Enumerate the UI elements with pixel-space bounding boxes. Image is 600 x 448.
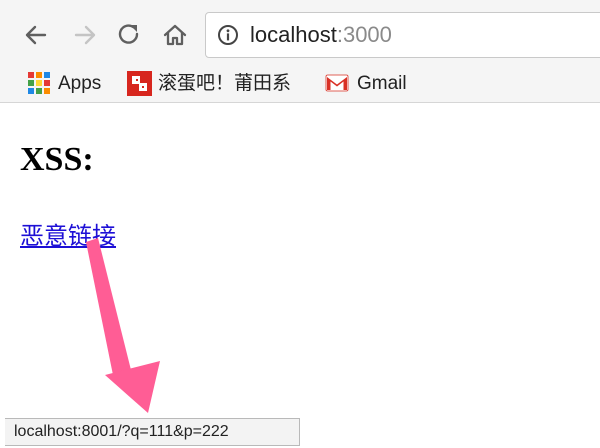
info-circle-icon[interactable] [217, 24, 239, 46]
address-url: localhost:3000 [250, 24, 392, 46]
status-bar-url: localhost:8001/?q=111&p=222 [5, 418, 300, 446]
bookmark-gmail[interactable]: Gmail [325, 68, 407, 98]
site-favicon [127, 70, 152, 96]
bookmark-apps[interactable]: Apps [28, 68, 101, 98]
gmail-icon [325, 74, 349, 92]
bookmarks-bar: Apps 滚蛋吧！莆田系 Gmail [0, 66, 600, 103]
back-button[interactable] [19, 18, 53, 52]
bookmark-label: 滚蛋吧！莆田系 [158, 72, 292, 94]
bookmark-label: Apps [58, 72, 102, 94]
home-button[interactable] [158, 18, 192, 52]
back-arrow-icon [25, 25, 47, 45]
browser-toolbar: localhost:3000 [0, 0, 600, 66]
page-heading: XSS: [20, 141, 94, 178]
url-port: :3000 [336, 22, 392, 47]
reload-icon [118, 24, 139, 44]
address-bar[interactable]: localhost:3000 [205, 12, 600, 58]
malicious-link[interactable]: 恶意链接 [20, 220, 116, 252]
apps-grid-icon [28, 72, 50, 94]
url-host: localhost [250, 22, 337, 47]
home-icon [163, 24, 187, 46]
reload-button[interactable] [112, 18, 146, 52]
bookmark-label: Gmail [357, 72, 407, 94]
forward-arrow-icon [74, 25, 96, 45]
bookmark-site[interactable]: 滚蛋吧！莆田系 [127, 68, 291, 98]
forward-button[interactable] [68, 18, 102, 52]
